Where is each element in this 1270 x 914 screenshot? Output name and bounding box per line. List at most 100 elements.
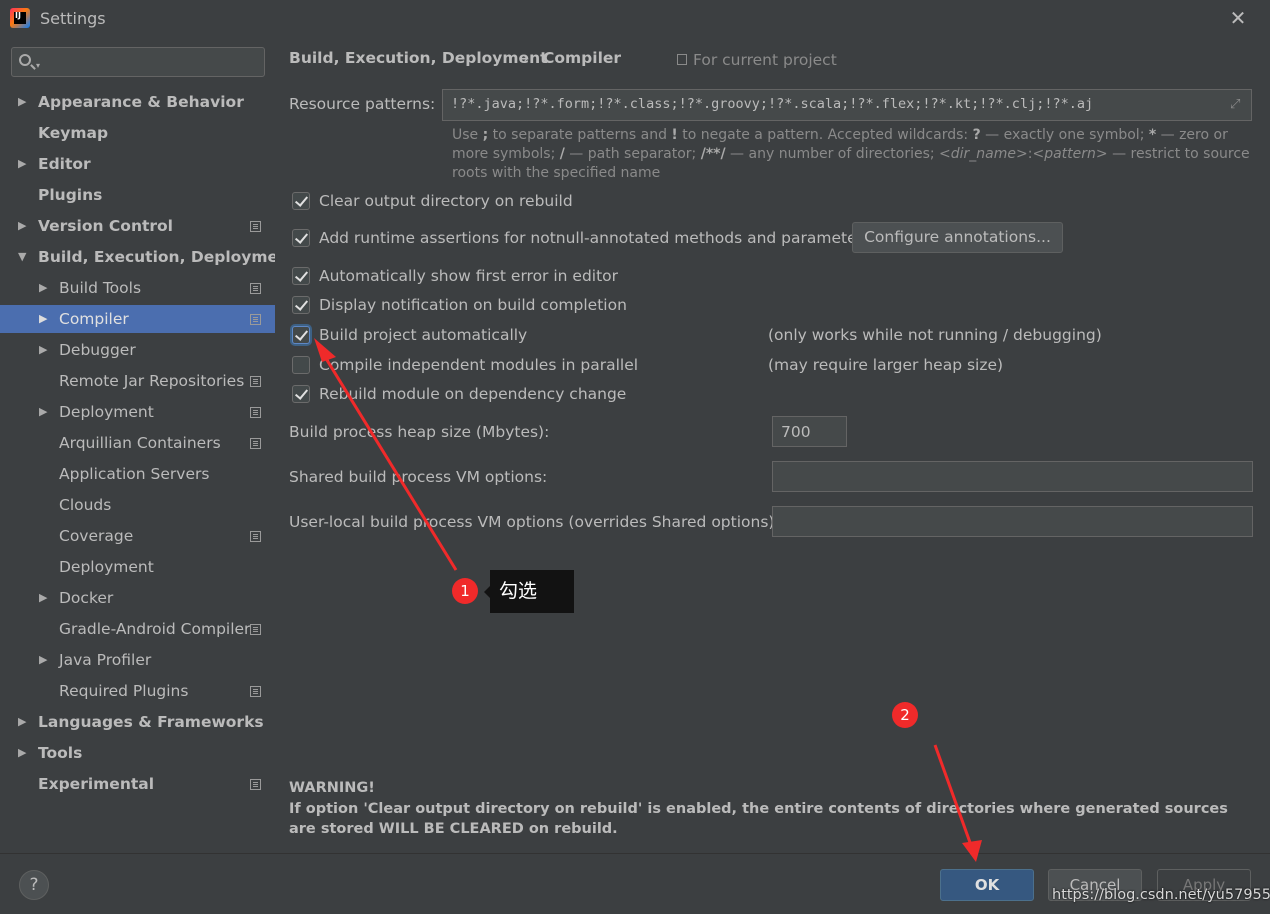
watermark: https://blog.csdn.net/yu57955 <box>1052 887 1270 903</box>
sidebar-item-label: Remote Jar Repositories <box>59 372 245 390</box>
sidebar-item-languages-frameworks[interactable]: ▶ Languages & Frameworks <box>0 708 275 736</box>
title-bar: IJ Settings ✕ <box>0 0 1270 38</box>
sidebar-item-label: Editor <box>38 155 91 173</box>
chevron-right-icon[interactable]: ▶ <box>18 212 30 240</box>
sidebar-item-keymap[interactable]: Keymap <box>0 119 275 147</box>
resource-patterns-input[interactable]: !?*.java;!?*.form;!?*.class;!?*.groovy;!… <box>442 89 1252 121</box>
close-icon[interactable]: ✕ <box>1226 6 1250 30</box>
chevron-right-icon[interactable]: ▶ <box>39 336 51 364</box>
sidebar-item-experimental[interactable]: Experimental <box>0 770 275 798</box>
project-scope-icon <box>250 438 261 449</box>
chevron-right-icon[interactable]: ▶ <box>18 88 30 116</box>
parallel-compile-checkbox[interactable] <box>292 356 310 374</box>
rebuild-warning: WARNING! If option 'Clear output directo… <box>289 778 1249 840</box>
resource-patterns-value: !?*.java;!?*.form;!?*.class;!?*.groovy;!… <box>451 96 1094 112</box>
help-button[interactable]: ? <box>19 870 49 900</box>
sidebar-item-label: Keymap <box>38 124 109 142</box>
annotation-badge-1: 1 <box>452 578 478 604</box>
sidebar-item-label: Docker <box>59 589 114 607</box>
ok-button[interactable]: OK <box>940 869 1034 901</box>
sidebar-item-java-profiler[interactable]: ▶ Java Profiler <box>0 646 275 674</box>
annotation-badge-2: 2 <box>892 702 918 728</box>
sidebar-item-build-tools[interactable]: ▶ Build Tools <box>0 274 275 302</box>
sidebar-item-coverage[interactable]: Coverage <box>0 522 275 550</box>
sidebar-item-plugins[interactable]: Plugins <box>0 181 275 209</box>
rebuild-on-dependency-checkbox[interactable] <box>292 385 310 403</box>
sidebar-item-label: Languages & Frameworks <box>38 713 264 731</box>
sidebar-item-editor[interactable]: ▶ Editor <box>0 150 275 178</box>
sidebar-item-tools[interactable]: ▶ Tools <box>0 739 275 767</box>
configure-annotations-button[interactable]: Configure annotations... <box>852 222 1063 253</box>
sidebar-item-build-execution-deployment[interactable]: ▼ Build, Execution, Deployment <box>0 243 297 271</box>
sidebar-item-label: Build, Execution, Deployment <box>38 248 297 266</box>
heap-size-input[interactable]: 700 <box>772 416 847 447</box>
heap-size-value: 700 <box>781 423 811 441</box>
shared-vm-options-label: Shared build process VM options: <box>289 468 548 486</box>
build-notification-checkbox[interactable] <box>292 296 310 314</box>
project-scope-icon <box>250 221 261 232</box>
user-vm-options-label: User-local build process VM options (ove… <box>289 513 780 531</box>
project-scope-icon <box>250 531 261 542</box>
chevron-right-icon[interactable]: ▶ <box>39 584 51 612</box>
sidebar-item-deployment[interactable]: ▶ Deployment <box>0 398 275 426</box>
chevron-right-icon[interactable]: ▶ <box>18 150 30 178</box>
build-automatically-label: Build project automatically <box>319 326 528 344</box>
breadcrumb-separator: › <box>523 49 530 67</box>
chevron-right-icon[interactable]: ▶ <box>39 305 51 333</box>
compiler-settings-panel: Build, Execution, Deployment › Compiler … <box>275 38 1270 853</box>
breadcrumb-parent: Build, Execution, Deployment <box>289 49 548 67</box>
expand-icon[interactable]: ⤢ <box>1230 98 1244 112</box>
sidebar-item-gradle-android-compiler[interactable]: Gradle-Android Compiler <box>0 615 275 643</box>
sidebar-item-clouds[interactable]: Clouds <box>0 491 275 519</box>
shared-vm-options-input[interactable] <box>772 461 1253 492</box>
project-scope-icon <box>677 54 687 65</box>
sidebar-item-appearance-behavior[interactable]: ▶ Appearance & Behavior <box>0 88 275 116</box>
sidebar-item-label: Debugger <box>59 341 136 359</box>
build-notification-label: Display notification on build completion <box>319 296 627 314</box>
sidebar-item-label: Deployment <box>59 558 154 576</box>
heap-size-label: Build process heap size (Mbytes): <box>289 423 550 441</box>
sidebar-item-docker[interactable]: ▶ Docker <box>0 584 275 612</box>
chevron-right-icon[interactable]: ▶ <box>39 274 51 302</box>
sidebar-item-label: Clouds <box>59 496 112 514</box>
dialog-footer: ? OK Cancel Apply https://blog.csdn.net/… <box>0 853 1270 914</box>
search-icon <box>19 54 31 66</box>
sidebar-item-application-servers[interactable]: Application Servers <box>0 460 275 488</box>
sidebar-item-arquillian-containers[interactable]: Arquillian Containers <box>0 429 275 457</box>
settings-sidebar: ▾ ▶ Appearance & Behavior Keymap ▶ Editor Plu… <box>0 38 297 853</box>
build-automatically-checkbox[interactable] <box>292 326 310 344</box>
runtime-assertions-checkbox[interactable] <box>292 229 310 247</box>
sidebar-item-label: Arquillian Containers <box>59 434 221 452</box>
clear-output-label: Clear output directory on rebuild <box>319 192 573 210</box>
chevron-right-icon[interactable]: ▶ <box>18 739 30 767</box>
sidebar-item-debugger[interactable]: ▶ Debugger <box>0 336 275 364</box>
project-scope-icon <box>250 407 261 418</box>
sidebar-item-compiler[interactable]: ▶ Compiler <box>0 305 275 333</box>
sidebar-item-label: Plugins <box>38 186 103 204</box>
sidebar-item-label: Java Profiler <box>59 651 152 669</box>
runtime-assertions-label: Add runtime assertions for notnull-annot… <box>319 229 872 247</box>
intellij-app-icon: IJ <box>10 8 30 28</box>
show-first-error-checkbox[interactable] <box>292 267 310 285</box>
chevron-right-icon[interactable]: ▶ <box>18 708 30 736</box>
clear-output-checkbox[interactable] <box>292 192 310 210</box>
sidebar-item-deployment[interactable]: Deployment <box>0 553 275 581</box>
chevron-down-icon[interactable]: ▼ <box>18 243 30 271</box>
chevron-right-icon[interactable]: ▶ <box>39 646 51 674</box>
project-scope-icon <box>250 376 261 387</box>
search-input[interactable]: ▾ <box>11 47 265 77</box>
warning-title: WARNING! <box>289 780 375 796</box>
user-vm-options-input[interactable] <box>772 506 1253 537</box>
sidebar-item-required-plugins[interactable]: Required Plugins <box>0 677 275 705</box>
breadcrumb-current: Compiler <box>543 49 622 67</box>
sidebar-item-label: Coverage <box>59 527 134 545</box>
chevron-right-icon[interactable]: ▶ <box>39 398 51 426</box>
sidebar-item-label: Required Plugins <box>59 682 189 700</box>
sidebar-item-remote-jar-repositories[interactable]: Remote Jar Repositories <box>0 367 275 395</box>
sidebar-item-label: Appearance & Behavior <box>38 93 244 111</box>
scope-label: For current project <box>693 51 837 69</box>
sidebar-item-label: Experimental <box>38 775 155 793</box>
project-scope-icon <box>250 314 261 325</box>
sidebar-item-version-control[interactable]: ▶ Version Control <box>0 212 275 240</box>
project-scope-icon <box>250 779 261 790</box>
